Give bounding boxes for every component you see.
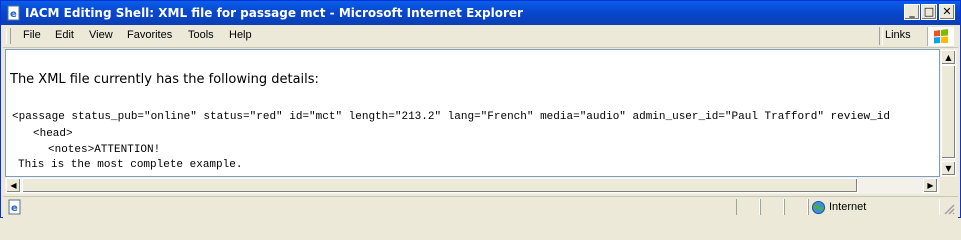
menu-edit[interactable]: Edit	[55, 29, 74, 41]
svg-text:e: e	[10, 9, 17, 20]
ie-page-icon: e	[7, 5, 20, 21]
scroll-up-button[interactable]: ▲	[941, 50, 956, 65]
page-content: The XML file currently has the following…	[5, 49, 940, 177]
scrollbar-corner	[940, 177, 957, 194]
zone-label: Internet	[829, 201, 867, 213]
xml-line-head: <head>	[33, 128, 73, 140]
vertical-scroll-thumb[interactable]	[941, 65, 956, 159]
title-bar[interactable]: e IACM Editing Shell: XML file for passa…	[1, 1, 960, 25]
svg-text:e: e	[11, 203, 18, 214]
horizontal-scrollbar[interactable]: ◀ ▶	[5, 177, 940, 194]
scroll-down-button[interactable]: ▼	[941, 161, 956, 176]
status-pane-2	[760, 199, 784, 215]
scroll-right-button[interactable]: ▶	[923, 178, 938, 193]
menu-bar: File Edit View Favorites Tools Help Link…	[3, 25, 958, 48]
horizontal-scroll-thumb[interactable]	[22, 178, 858, 193]
status-pane-1	[736, 199, 760, 215]
status-bar: e Internet	[3, 196, 958, 218]
windows-logo-icon	[927, 27, 954, 46]
links-button[interactable]: Links	[885, 29, 911, 41]
scroll-left-button[interactable]: ◀	[6, 178, 21, 193]
close-button[interactable]: ✕	[939, 4, 955, 20]
page-done-icon: e	[8, 199, 21, 215]
minimize-button[interactable]: _	[904, 4, 920, 20]
status-zone-pane	[808, 199, 940, 215]
resize-grip-icon[interactable]	[943, 203, 955, 215]
maximize-button[interactable]: □	[921, 4, 937, 20]
internet-zone-icon	[811, 200, 826, 215]
vertical-scrollbar[interactable]: ▲ ▼	[940, 49, 957, 177]
menu-favorites[interactable]: Favorites	[127, 29, 172, 41]
window-title: IACM Editing Shell: XML file for passage…	[25, 6, 523, 20]
page-heading: The XML file currently has the following…	[10, 72, 319, 87]
menu-file[interactable]: File	[23, 29, 41, 41]
browser-window: e IACM Editing Shell: XML file for passa…	[0, 0, 961, 218]
toolbar-grip[interactable]	[6, 28, 11, 44]
menu-tools[interactable]: Tools	[188, 29, 214, 41]
menu-help[interactable]: Help	[229, 29, 252, 41]
status-pane-3	[784, 199, 808, 215]
xml-line-passage: <passage status_pub="online" status="red…	[12, 111, 890, 123]
xml-line-text: This is the most complete example.	[18, 159, 243, 171]
xml-line-notes: <notes>ATTENTION!	[48, 144, 161, 156]
menu-view[interactable]: View	[89, 29, 113, 41]
toolbar-separator	[879, 27, 883, 45]
